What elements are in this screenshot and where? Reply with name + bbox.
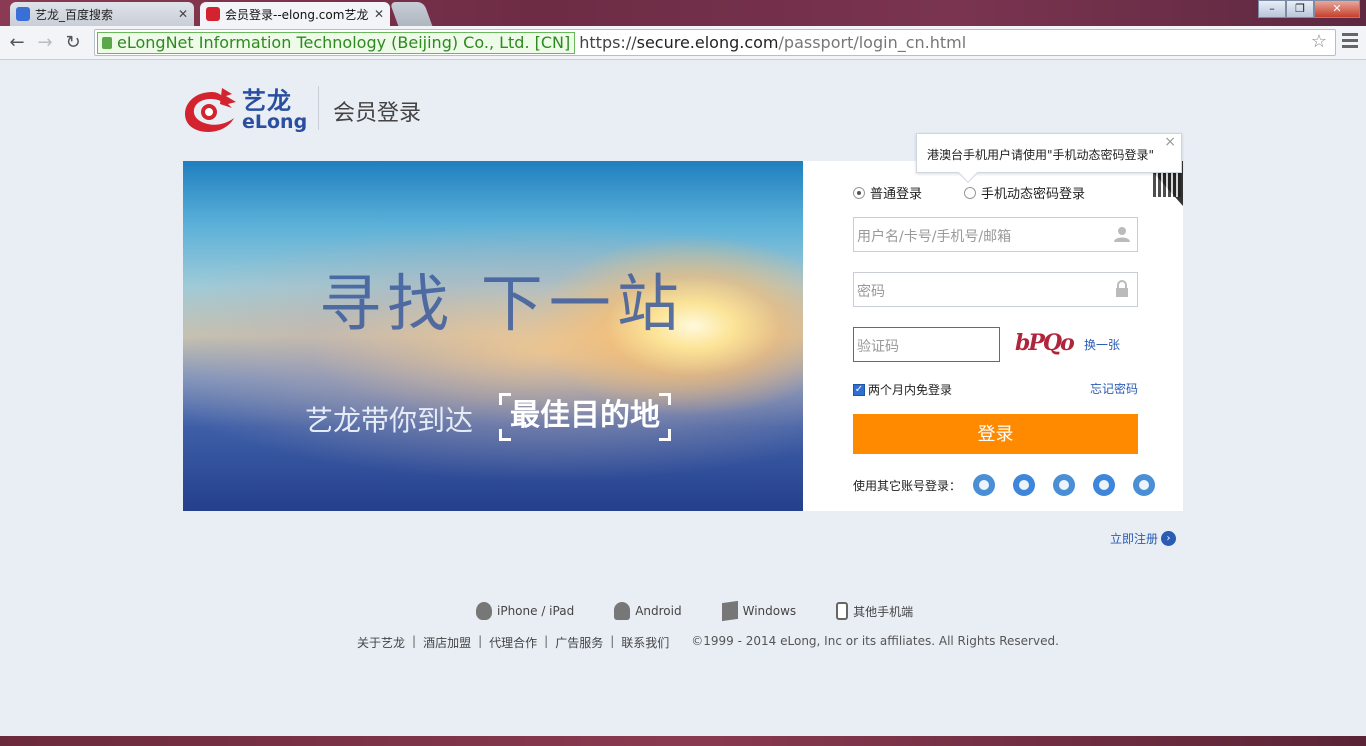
android-icon bbox=[614, 602, 631, 620]
lock-icon bbox=[1116, 280, 1128, 297]
radio-dynamic-login[interactable]: 手机动态密码登录 bbox=[964, 183, 1085, 202]
address-bar[interactable]: eLongNet Information Technology (Beijing… bbox=[94, 29, 1336, 56]
forgot-password-link[interactable]: 忘记密码 bbox=[1090, 380, 1138, 397]
forward-arrow-icon[interactable]: → bbox=[34, 32, 56, 53]
os-taskbar bbox=[0, 736, 1366, 746]
baidu-favicon-icon bbox=[16, 7, 30, 21]
browser-toolbar: ← → ↻ eLongNet Information Technology (B… bbox=[0, 26, 1366, 60]
elong-favicon-icon bbox=[206, 7, 220, 21]
url-text: https://secure.elong.com/passport/login_… bbox=[579, 33, 967, 52]
ev-cert-name: eLongNet Information Technology (Beijing… bbox=[117, 33, 571, 52]
footer: 关于艺龙 | 酒店加盟 | 代理合作 | 广告服务 | 联系我们 ©1999 - 201… bbox=[357, 634, 1059, 651]
hero-highlight: 最佳目的地 bbox=[499, 393, 671, 441]
remember-me-checkbox[interactable]: ✓ 两个月内免登录 bbox=[853, 381, 952, 398]
refresh-captcha-link[interactable]: 换一张 bbox=[1084, 336, 1120, 353]
captcha-input[interactable]: 验证码 bbox=[853, 327, 1000, 362]
windows-icon bbox=[721, 600, 738, 622]
register-link[interactable]: 立即注册 › bbox=[1110, 530, 1177, 547]
tab-title: 艺龙_百度搜索 bbox=[35, 7, 114, 22]
radio-normal-login[interactable]: 普通登录 bbox=[853, 183, 922, 202]
apple-icon bbox=[476, 602, 492, 620]
logo-en: eLong bbox=[242, 110, 308, 133]
window-controls: – ❐ ✕ bbox=[1258, 0, 1360, 18]
qq-icon[interactable] bbox=[1013, 474, 1035, 496]
copyright: ©1999 - 2014 eLong, Inc or its affiliate… bbox=[691, 634, 1059, 648]
app-link-android[interactable]: Android bbox=[614, 602, 682, 620]
bookmark-star-icon[interactable]: ☆ bbox=[1311, 31, 1327, 52]
tooltip-close-icon[interactable]: × bbox=[1164, 134, 1176, 150]
login-button[interactable]: 登录 bbox=[853, 414, 1138, 454]
page-title: 会员登录 bbox=[333, 101, 422, 126]
radio-unselected-icon bbox=[964, 186, 977, 199]
logo-cn: 艺龙 bbox=[242, 86, 292, 115]
checkbox-checked-icon: ✓ bbox=[853, 383, 865, 396]
alipay-icon[interactable] bbox=[1093, 474, 1115, 496]
hk-tw-tooltip: 港澳台手机用户请使用"手机动态密码登录" × bbox=[916, 133, 1182, 183]
logo-divider bbox=[318, 86, 319, 130]
lock-icon bbox=[102, 36, 112, 49]
footer-link-contact[interactable]: 联系我们 bbox=[621, 634, 669, 651]
other-accounts-label: 使用其它账号登录： bbox=[853, 479, 962, 493]
elong-dragon-icon bbox=[185, 88, 236, 132]
radio-selected-icon bbox=[853, 186, 865, 199]
tab-elong-login[interactable]: 会员登录--elong.com艺龙 ✕ bbox=[200, 2, 390, 26]
login-panel: 普通登录 手机动态密码登录 用户名/卡号/手机号/邮箱 密码 验证码 bPQo … bbox=[803, 161, 1183, 511]
hero-headline: 寻找 下一站 bbox=[319, 267, 685, 340]
new-tab-button[interactable] bbox=[389, 2, 433, 26]
login-mode-selector: 普通登录 手机动态密码登录 bbox=[853, 183, 1127, 202]
wechat-icon[interactable] bbox=[973, 474, 995, 496]
ev-certificate-badge[interactable]: eLongNet Information Technology (Beijing… bbox=[97, 31, 576, 54]
username-input[interactable]: 用户名/卡号/手机号/邮箱 bbox=[853, 217, 1138, 252]
logo-text: 艺龙 eLong bbox=[242, 89, 307, 132]
qr-code-icon bbox=[1153, 169, 1181, 197]
close-tab-icon[interactable]: ✕ bbox=[374, 7, 384, 21]
minimize-icon[interactable]: – bbox=[1258, 0, 1286, 18]
user-icon bbox=[1114, 227, 1130, 242]
close-tab-icon[interactable]: ✕ bbox=[178, 7, 188, 21]
window-close-icon[interactable]: ✕ bbox=[1314, 0, 1360, 18]
browser-title-bar: 艺龙_百度搜索 ✕ 会员登录--elong.com艺龙 ✕ – ❐ ✕ bbox=[0, 0, 1366, 26]
elong-logo[interactable]: 艺龙 eLong bbox=[182, 86, 319, 134]
hero-banner: 寻找 下一站 艺龙带你到达 最佳目的地 bbox=[183, 161, 803, 511]
app-link-ios[interactable]: iPhone / iPad bbox=[476, 602, 574, 620]
back-arrow-icon[interactable]: ← bbox=[6, 32, 28, 53]
app-link-other-phones[interactable]: 其他手机端 bbox=[836, 602, 913, 620]
mobile-apps-row: iPhone / iPad Android Windows 其他手机端 bbox=[476, 600, 953, 622]
weibo-icon[interactable] bbox=[1053, 474, 1075, 496]
app-link-windows[interactable]: Windows bbox=[721, 600, 796, 622]
hero-subline: 艺龙带你到达 bbox=[305, 404, 474, 437]
renren-icon[interactable] bbox=[1133, 474, 1155, 496]
maximize-icon[interactable]: ❐ bbox=[1286, 0, 1314, 18]
reload-icon[interactable]: ↻ bbox=[62, 32, 84, 53]
footer-link-ads[interactable]: 广告服务 bbox=[555, 634, 603, 651]
footer-link-about[interactable]: 关于艺龙 bbox=[357, 634, 405, 651]
tab-baidu-search[interactable]: 艺龙_百度搜索 ✕ bbox=[10, 2, 194, 26]
footer-link-agency[interactable]: 代理合作 bbox=[489, 634, 537, 651]
chevron-right-icon: › bbox=[1161, 531, 1177, 546]
phone-icon bbox=[836, 602, 849, 620]
password-input[interactable]: 密码 bbox=[853, 272, 1138, 307]
tab-title: 会员登录--elong.com艺龙 bbox=[225, 7, 369, 22]
menu-icon[interactable] bbox=[1342, 33, 1358, 51]
footer-link-hotel-join[interactable]: 酒店加盟 bbox=[423, 634, 471, 651]
captcha-image[interactable]: bPQo bbox=[1015, 330, 1075, 356]
